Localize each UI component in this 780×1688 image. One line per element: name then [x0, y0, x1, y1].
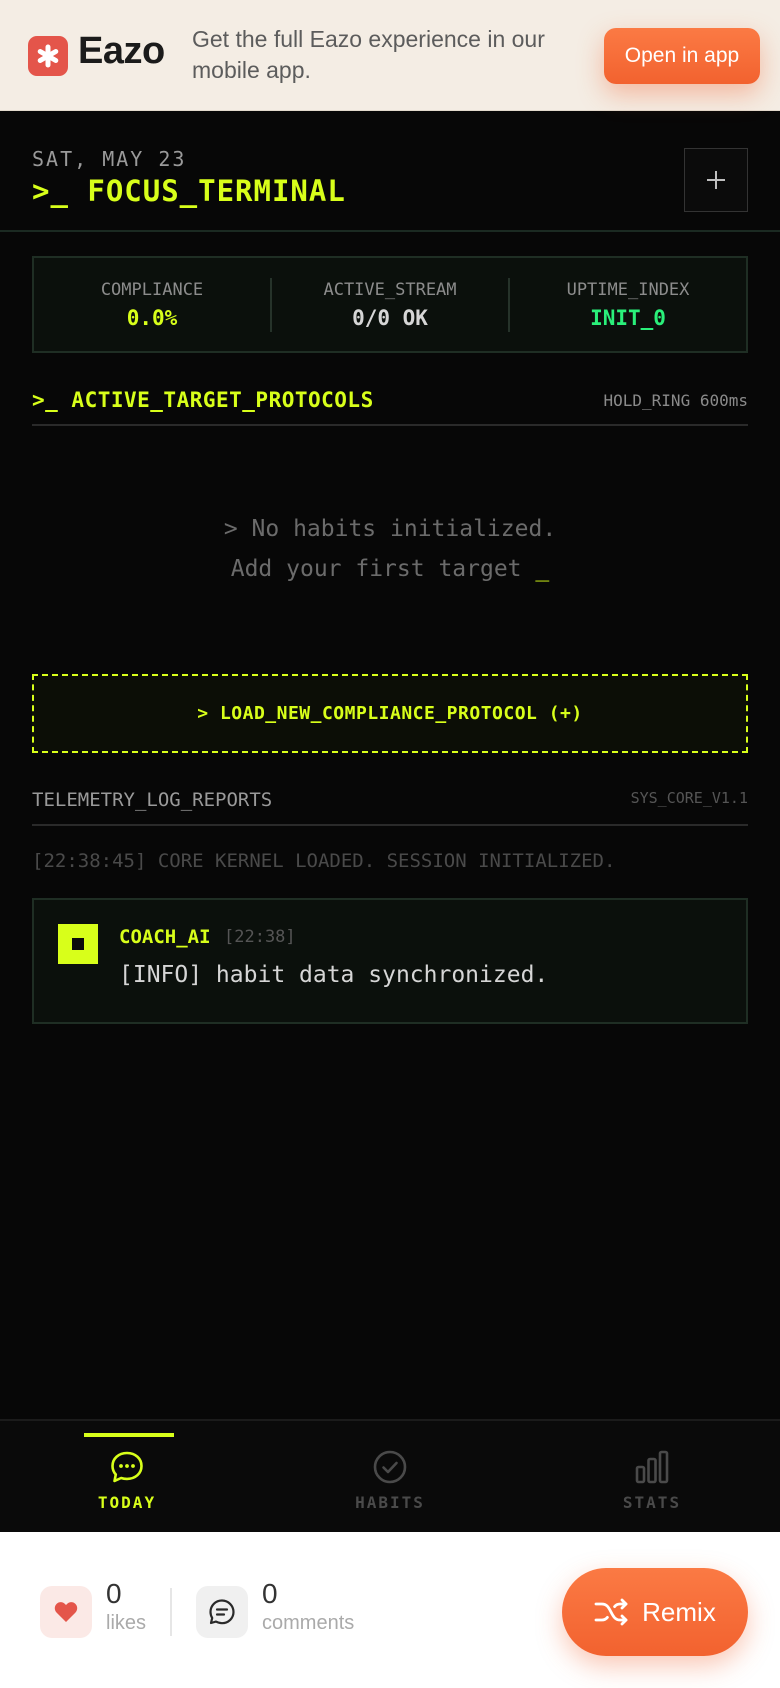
- app-promo-banner: Eazo Get the full Eazo experience in our…: [0, 0, 780, 111]
- likes-count: 0: [106, 1578, 122, 1609]
- coach-avatar: [58, 924, 98, 964]
- remix-button[interactable]: Remix: [562, 1568, 748, 1656]
- heart-icon: [54, 1602, 78, 1622]
- hold-ring-meta: HOLD_RING 600ms: [603, 391, 749, 410]
- tab-label: STATS: [622, 1493, 682, 1512]
- likes-label: likes: [106, 1612, 147, 1634]
- stat-label: ACTIVE_STREAM: [323, 279, 457, 300]
- section-divider: [32, 824, 748, 826]
- telemetry-section-title: TELEMETRY_LOG_REPORTS: [32, 789, 273, 811]
- stat-active-stream: ACTIVE_STREAM 0/0 OK: [272, 280, 508, 330]
- coach-message-card: COACH_AI [22:38] [INFO] habit data synch…: [32, 898, 748, 1024]
- stat-compliance: COMPLIANCE 0.0%: [34, 280, 270, 330]
- comments-label: comments: [262, 1612, 355, 1634]
- brand-name: Eazo: [78, 30, 165, 72]
- empty-state-hint: Add your first target _: [0, 556, 780, 582]
- check-circle-icon: [372, 1449, 408, 1485]
- stat-value: 0.0%: [126, 305, 178, 330]
- protocols-section-title: >_ ACTIVE_TARGET_PROTOCOLS: [32, 388, 374, 412]
- open-in-app-button[interactable]: Open in app: [604, 28, 760, 84]
- empty-state-hint-text: Add your first target: [230, 556, 522, 582]
- section-divider: [32, 424, 748, 426]
- comment-button[interactable]: [196, 1586, 248, 1638]
- coach-avatar-square: [72, 938, 84, 950]
- tab-label: TODAY: [97, 1493, 157, 1512]
- tab-today[interactable]: TODAY: [47, 1421, 207, 1534]
- tab-stats[interactable]: STATS: [572, 1421, 732, 1534]
- coach-name: COACH_AI: [119, 926, 211, 948]
- stat-value: INIT_0: [590, 305, 666, 330]
- coach-message: [INFO] habit data synchronized.: [119, 962, 549, 988]
- tab-label: HABITS: [355, 1493, 425, 1512]
- bar-chart-icon: [634, 1449, 670, 1485]
- remix-label: Remix: [642, 1596, 716, 1627]
- stat-label: COMPLIANCE: [100, 279, 204, 300]
- plus-icon: [707, 171, 725, 189]
- coach-timestamp: [22:38]: [224, 927, 296, 947]
- bottom-navigation: TODAY HABITS STATS: [0, 1419, 780, 1532]
- stat-uptime-index: UPTIME_INDEX INIT_0: [510, 280, 746, 330]
- footer-divider: [170, 1588, 172, 1636]
- tab-habits[interactable]: HABITS: [310, 1421, 470, 1534]
- chat-bubble-icon: [109, 1449, 145, 1485]
- kernel-log-line: [22:38:45] CORE KERNEL LOADED. SESSION I…: [32, 850, 616, 872]
- add-habit-button[interactable]: [684, 148, 748, 212]
- banner-message: Get the full Eazo experience in our mobi…: [192, 26, 545, 83]
- shuffle-icon: [594, 1598, 628, 1626]
- stats-panel: COMPLIANCE 0.0% ACTIVE_STREAM 0/0 OK UPT…: [32, 256, 748, 353]
- system-version: SYS_CORE_V1.1: [630, 789, 748, 807]
- page-title: >_ FOCUS_TERMINAL: [32, 174, 346, 208]
- comments-count: 0: [262, 1578, 278, 1609]
- stat-value: 0/0 OK: [352, 305, 428, 330]
- header-divider: [0, 230, 780, 232]
- like-button[interactable]: [40, 1586, 92, 1638]
- current-date: SAT, MAY 23: [32, 147, 187, 171]
- load-protocol-button[interactable]: > LOAD_NEW_COMPLIANCE_PROTOCOL (+): [32, 674, 748, 753]
- empty-state-message: > No habits initialized.: [223, 516, 557, 542]
- blinking-cursor: _: [535, 556, 550, 582]
- comment-icon: [209, 1599, 235, 1625]
- eazo-logo-icon: [28, 36, 68, 76]
- stat-label: UPTIME_INDEX: [566, 279, 690, 300]
